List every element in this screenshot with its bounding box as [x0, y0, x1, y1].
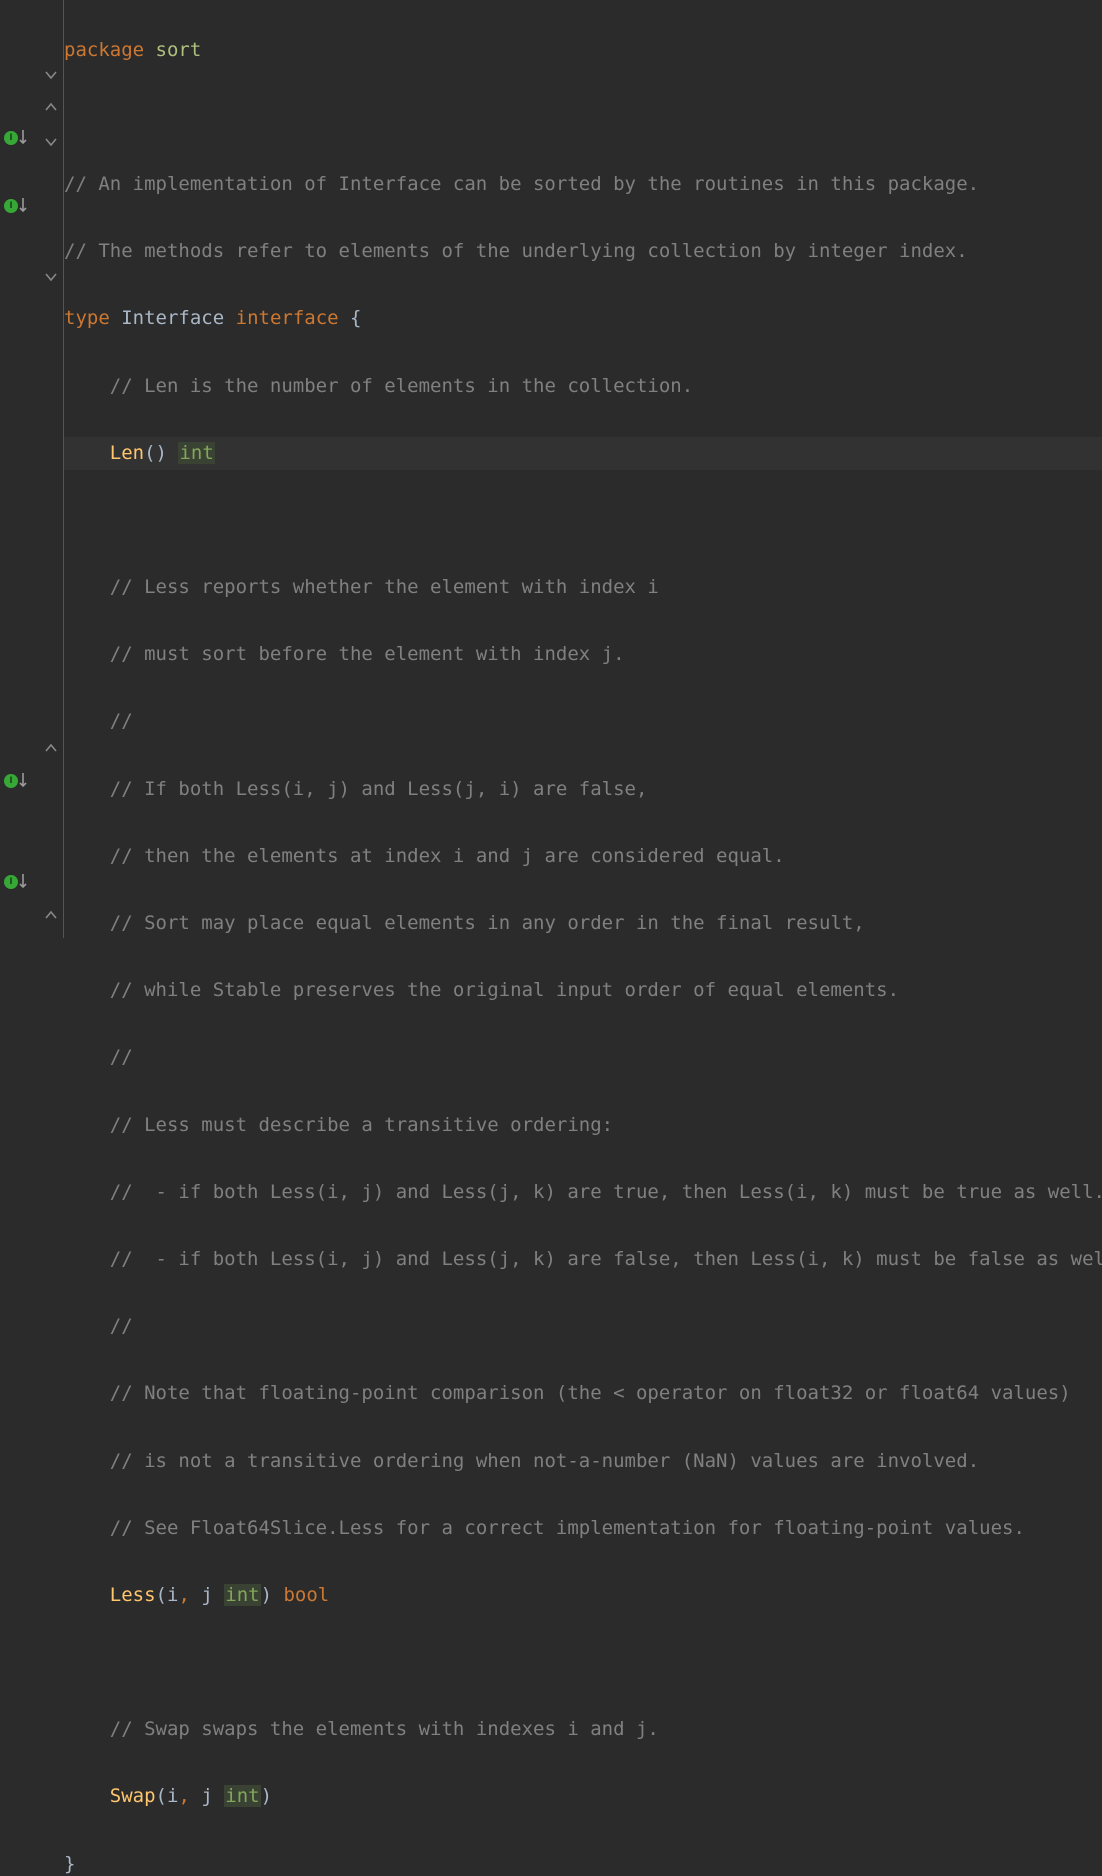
comma: ,	[178, 1785, 189, 1807]
implements-marker[interactable]: I	[4, 197, 28, 215]
implements-icon: I	[4, 875, 18, 889]
close-brace: }	[64, 1853, 75, 1875]
comment: // Note that floating-point comparison (…	[110, 1382, 1071, 1404]
implements-icon: I	[4, 774, 18, 788]
fold-up-icon[interactable]	[44, 741, 58, 755]
comment: // The methods refer to elements of the …	[64, 240, 968, 262]
comment: // while Stable preserves the original i…	[110, 979, 899, 1001]
icon-gutter: I I I I	[0, 0, 40, 938]
param-j: j	[201, 1584, 212, 1606]
method-less: Less	[110, 1584, 156, 1606]
comment: //	[110, 1315, 133, 1337]
comment: // Sort may place equal elements in any …	[110, 912, 865, 934]
implements-marker[interactable]: I	[4, 129, 28, 147]
comment: //	[110, 1046, 133, 1068]
method-len: Len	[110, 442, 144, 464]
comment: // An implementation of Interface can be…	[64, 173, 979, 195]
comment: // - if both Less(i, j) and Less(j, k) a…	[110, 1248, 1102, 1270]
method-swap: Swap	[110, 1785, 156, 1807]
comment: // Len is the number of elements in the …	[110, 375, 693, 397]
type-name: Interface	[121, 307, 224, 329]
fold-down-icon[interactable]	[44, 270, 58, 284]
arrow-down-icon	[18, 129, 28, 147]
comma: ,	[178, 1584, 189, 1606]
comment: // See Float64Slice.Less for a correct i…	[110, 1517, 1025, 1539]
implements-marker[interactable]: I	[4, 772, 28, 790]
code-editor: I I I I package sort // An implementatio…	[0, 0, 1102, 938]
implements-marker[interactable]: I	[4, 873, 28, 891]
paren: ()	[144, 442, 167, 464]
type-int: int	[224, 1785, 260, 1807]
comment: //	[110, 710, 133, 732]
arrow-down-icon	[18, 772, 28, 790]
comment: // - if both Less(i, j) and Less(j, k) a…	[110, 1181, 1102, 1203]
paren: (	[156, 1785, 167, 1807]
param-j: j	[201, 1785, 212, 1807]
keyword-package: package	[64, 39, 144, 61]
comment: // Less must describe a transitive order…	[110, 1114, 613, 1136]
comment: // must sort before the element with ind…	[110, 643, 625, 665]
comment: // then the elements at index i and j ar…	[110, 845, 785, 867]
comment: // Swap swaps the elements with indexes …	[110, 1718, 659, 1740]
comment: // Less reports whether the element with…	[110, 576, 659, 598]
package-name: sort	[156, 39, 202, 61]
keyword-interface: interface	[236, 307, 339, 329]
implements-icon: I	[4, 131, 18, 145]
paren: )	[261, 1584, 272, 1606]
comment: // is not a transitive ordering when not…	[110, 1450, 979, 1472]
comment: // If both Less(i, j) and Less(j, i) are…	[110, 778, 648, 800]
implements-icon: I	[4, 199, 18, 213]
keyword-type: type	[64, 307, 110, 329]
arrow-down-icon	[18, 197, 28, 215]
type-bool: bool	[283, 1584, 329, 1606]
fold-up-icon[interactable]	[44, 908, 58, 922]
paren: (	[156, 1584, 167, 1606]
param-i: i	[167, 1785, 178, 1807]
code-body[interactable]: package sort // An implementation of Int…	[64, 0, 1102, 938]
fold-gutter	[40, 0, 64, 938]
fold-down-icon[interactable]	[44, 68, 58, 82]
open-brace: {	[350, 307, 361, 329]
type-int: int	[224, 1584, 260, 1606]
type-int: int	[178, 442, 214, 464]
param-i: i	[167, 1584, 178, 1606]
paren: )	[261, 1785, 272, 1807]
fold-up-icon[interactable]	[44, 100, 58, 114]
fold-down-icon[interactable]	[44, 135, 58, 149]
arrow-down-icon	[18, 873, 28, 891]
